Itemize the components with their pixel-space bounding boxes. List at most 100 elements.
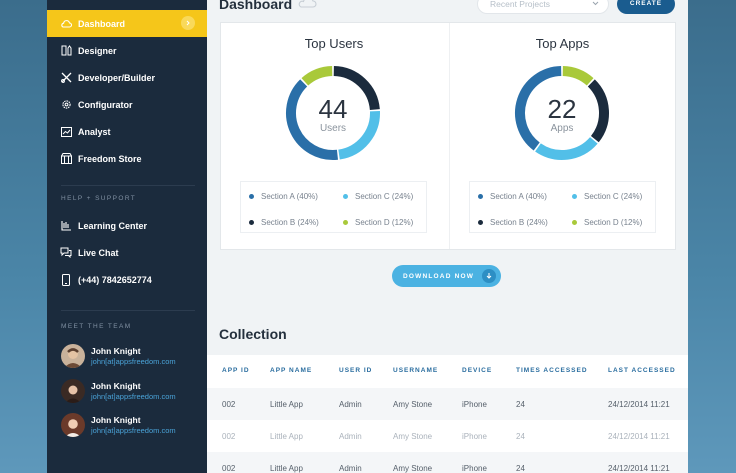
avatar: [61, 413, 85, 437]
cloud-icon: [297, 0, 317, 12]
recent-projects-select[interactable]: Recent Projects: [477, 0, 609, 14]
nav-label: Developer/Builder: [78, 72, 156, 83]
team-member-name: John Knight: [91, 414, 141, 425]
column-header[interactable]: APP ID: [222, 367, 250, 374]
legend-label: Section D (12%): [584, 218, 643, 227]
legend-dot: [343, 194, 348, 199]
nav-label: Freedom Store: [78, 153, 142, 164]
help-item-live-chat[interactable]: Live Chat: [47, 239, 207, 266]
avatar: [61, 379, 85, 403]
legend-dot: [478, 194, 483, 199]
team-member-email[interactable]: john[at]appsfreedom.com: [91, 392, 176, 402]
cell-last-accessed: 24/12/2014 11:21: [608, 400, 670, 409]
team-member[interactable]: John Knight john[at]appsfreedom.com: [61, 341, 207, 371]
collection-table: APP ID APP NAME USER ID USERNAME DEVICE …: [207, 355, 688, 473]
legend-item-a: Section A (40%): [478, 192, 547, 201]
create-button[interactable]: CREATE: [617, 0, 675, 14]
legend-label: Section C (24%): [355, 192, 414, 201]
column-header[interactable]: APP NAME: [270, 367, 312, 374]
column-header[interactable]: DEVICE: [462, 367, 492, 374]
legend-dot: [249, 220, 254, 225]
help-item-phone[interactable]: (+44) 7842652774: [47, 266, 207, 293]
phone-icon: [60, 273, 72, 286]
legend-item-c: Section C (24%): [572, 192, 642, 201]
team-member[interactable]: John Knight john[at]appsfreedom.com: [61, 376, 207, 406]
cell-device: iPhone: [462, 400, 487, 409]
nav-item-designer[interactable]: Designer: [47, 37, 207, 64]
recent-projects-placeholder: Recent Projects: [490, 0, 550, 9]
nav-label: (+44) 7842652774: [78, 274, 152, 285]
pencil-ruler-icon: [60, 45, 72, 57]
table-row[interactable]: 002 Little App Admin Amy Stone iPhone 24…: [207, 388, 688, 420]
legend-item-a: Section A (40%): [249, 192, 318, 201]
legend-dot: [572, 220, 577, 225]
top-apps-donut: 22 Apps: [515, 66, 609, 160]
cell-app-id: 002: [222, 400, 236, 409]
download-label: DOWNLOAD NOW: [403, 272, 475, 280]
team-member-email[interactable]: john[at]appsfreedom.com: [91, 357, 176, 367]
nav-item-analyst[interactable]: Analyst: [47, 118, 207, 145]
cell-username: Amy Stone: [393, 464, 433, 473]
cell-app-name: Little App: [270, 464, 303, 473]
top-apps-chart: Top Apps 22 Apps Section A (40%) Section…: [449, 23, 675, 249]
help-item-learning-center[interactable]: Learning Center: [47, 212, 207, 239]
legend-label: Section C (24%): [584, 192, 643, 201]
cell-app-name: Little App: [270, 400, 303, 409]
cell-device: iPhone: [462, 432, 487, 441]
nav-label: Live Chat: [78, 247, 119, 258]
top-users-donut: 44 Users: [286, 66, 380, 160]
team-member-name: John Knight: [91, 380, 141, 391]
cell-times-accessed: 24: [516, 464, 525, 473]
legend-label: Section A (40%): [261, 192, 318, 201]
table-row[interactable]: 002 Little App Admin Amy Stone iPhone 24…: [207, 452, 688, 473]
collection-title: Collection: [219, 326, 287, 342]
chart-title: Top Users: [304, 36, 364, 51]
cell-username: Amy Stone: [393, 432, 433, 441]
donut-slice: [301, 66, 333, 86]
donut-slice: [562, 66, 594, 86]
charts-panel: Top Users 44 Users Section A (40%) Secti…: [220, 22, 676, 250]
donut-slice: [587, 79, 609, 143]
gear-icon: [60, 99, 72, 111]
donut-center-label: Users: [320, 123, 346, 134]
cell-device: iPhone: [462, 464, 487, 473]
column-header[interactable]: USERNAME: [393, 367, 438, 374]
legend-item-b: Section B (24%): [478, 218, 548, 227]
cell-app-id: 002: [222, 432, 236, 441]
help-section-title: HELP + SUPPORT: [61, 195, 137, 202]
store-icon: [60, 153, 72, 165]
legend-dot: [249, 194, 254, 199]
legend-item-b: Section B (24%): [249, 218, 319, 227]
divider: [61, 185, 195, 186]
team-section-title: MEET THE TEAM: [61, 323, 132, 330]
team-member-email[interactable]: john[at]appsfreedom.com: [91, 426, 176, 436]
legend-label: Section B (24%): [261, 218, 319, 227]
table-row[interactable]: 002 Little App Admin Amy Stone iPhone 24…: [207, 420, 688, 452]
cell-app-name: Little App: [270, 432, 303, 441]
chat-icon: [60, 247, 72, 259]
cell-times-accessed: 24: [516, 400, 525, 409]
chart-title: Top Apps: [535, 36, 590, 51]
nav-item-freedom-store[interactable]: Freedom Store: [47, 145, 207, 172]
nav-label: Analyst: [78, 126, 111, 137]
column-header[interactable]: USER ID: [339, 367, 372, 374]
main-content: Dashboard Recent Projects CREATE Top Use…: [207, 0, 688, 473]
nav-item-dashboard[interactable]: Dashboard: [47, 10, 207, 37]
legend-label: Section D (12%): [355, 218, 414, 227]
book-icon: [60, 220, 72, 232]
cell-user-id: Admin: [339, 432, 362, 441]
chevron-right-icon: [181, 16, 195, 30]
nav-item-configurator[interactable]: Configurator: [47, 91, 207, 118]
sidebar: Dashboard Designer Developer/Builder Con…: [47, 0, 207, 473]
team-member[interactable]: John Knight john[at]appsfreedom.com: [61, 410, 207, 440]
donut-slice: [535, 136, 598, 160]
download-now-button[interactable]: DOWNLOAD NOW: [392, 265, 501, 287]
chart-legend: Section A (40%) Section C (24%) Section …: [240, 181, 427, 233]
column-header[interactable]: TIMES ACCESSED: [516, 367, 588, 374]
nav-item-developer[interactable]: Developer/Builder: [47, 64, 207, 91]
page-title-text: Dashboard: [219, 0, 293, 12]
nav-label: Dashboard: [78, 18, 126, 29]
legend-item-d: Section D (12%): [343, 218, 413, 227]
team-member-name: John Knight: [91, 345, 141, 356]
column-header[interactable]: LAST ACCESSED: [608, 367, 676, 374]
